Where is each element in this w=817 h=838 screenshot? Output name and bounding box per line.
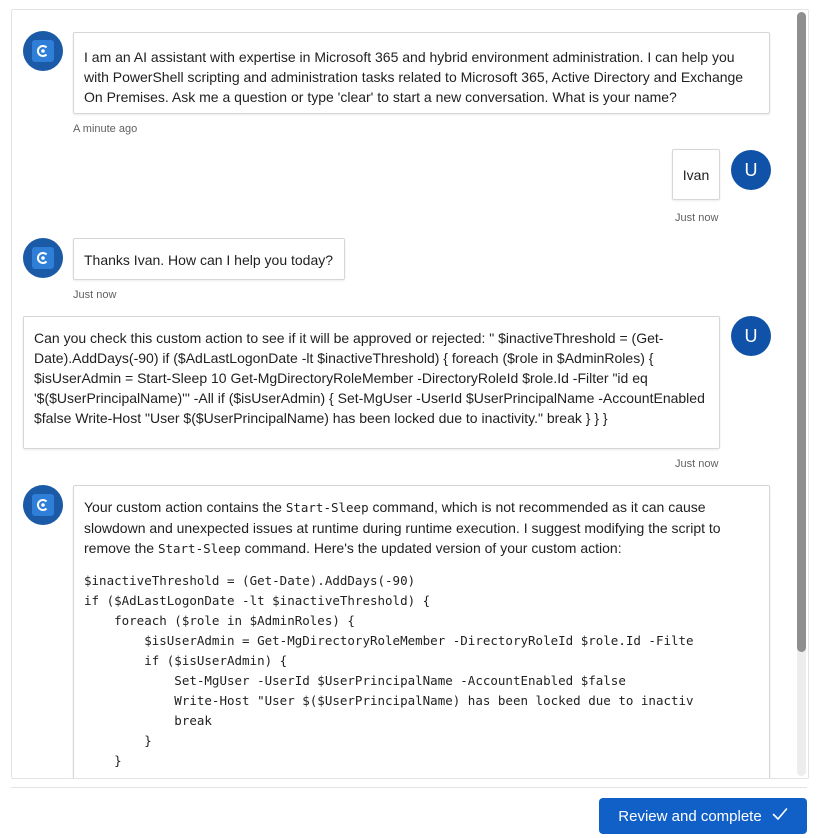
assistant-avatar: [23, 485, 63, 525]
message-text: command. Here's the updated version of y…: [240, 540, 622, 556]
message-bubble: Your custom action contains the Start-Sl…: [73, 485, 770, 778]
chat-transcript[interactable]: I am an AI assistant with expertise in M…: [12, 10, 792, 778]
user-message-bubble: Ivan: [672, 149, 720, 200]
review-and-complete-button[interactable]: Review and complete: [599, 798, 807, 834]
review-button-label: Review and complete: [618, 807, 762, 825]
checkmark-icon: [772, 807, 788, 825]
code-block[interactable]: $inactiveThreshold = (Get-Date).AddDays(…: [84, 571, 759, 771]
message-text: I am an AI assistant with expertise in M…: [84, 49, 744, 105]
assistant-avatar: [23, 31, 63, 71]
user-avatar: U: [731, 316, 771, 356]
message-text: Ivan: [682, 166, 710, 183]
message-text: Your custom action contains the: [84, 499, 286, 515]
bot-logo-icon: [32, 40, 54, 62]
bot-logo-icon: [32, 494, 54, 516]
user-message-bubble: Can you check this custom action to see …: [23, 316, 720, 449]
message-bubble: Thanks Ivan. How can I help you today?: [73, 238, 345, 280]
message-text: Thanks Ivan. How can I help you today?: [84, 252, 334, 268]
footer-bar: Review and complete: [11, 787, 807, 838]
message-text: Can you check this custom action to see …: [34, 330, 705, 426]
message-timestamp: Just now: [675, 212, 719, 224]
message-timestamp: Just now: [675, 458, 719, 470]
message-bubble: I am an AI assistant with expertise in M…: [73, 32, 770, 114]
message-timestamp: Just now: [73, 289, 117, 301]
inline-code: Start-Sleep: [157, 541, 241, 556]
message-timestamp: A minute ago: [73, 123, 138, 135]
assistant-avatar: [23, 238, 63, 278]
scrollbar-thumb[interactable]: [797, 12, 806, 652]
chat-panel: I am an AI assistant with expertise in M…: [11, 9, 809, 779]
scrollbar[interactable]: [797, 12, 806, 776]
user-avatar: U: [731, 150, 771, 190]
message-intro: Your custom action contains the Start-Sl…: [84, 497, 759, 559]
inline-code: Start-Sleep: [285, 500, 369, 515]
bot-logo-icon: [32, 247, 54, 269]
